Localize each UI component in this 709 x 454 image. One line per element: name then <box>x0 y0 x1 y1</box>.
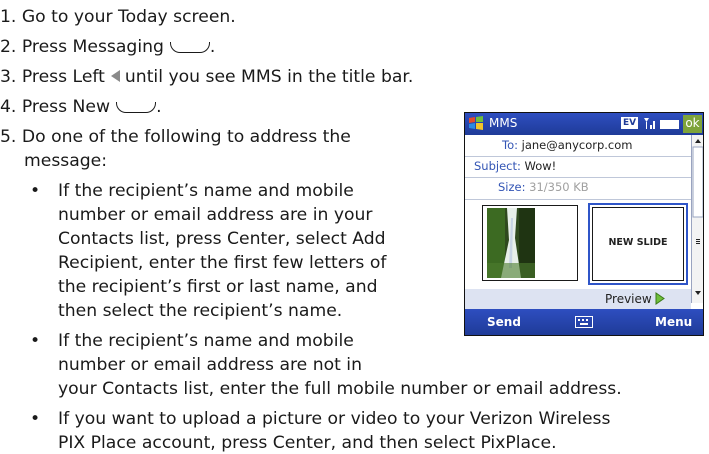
step-4-period: . <box>156 97 162 117</box>
size-value: 31/350 KB <box>529 180 589 194</box>
softkey-bar: Send Menu <box>465 309 703 335</box>
divider <box>465 177 691 178</box>
window-title: MMS <box>489 116 518 130</box>
bullet1-line: Recipient, enter the first few letters o… <box>58 253 387 273</box>
step-3-text-b: until you see MMS in the title bar. <box>124 67 414 87</box>
mms-phone-screen: MMS EV ok To: jane@anycorp.com Subject: … <box>464 112 704 336</box>
scrollbar[interactable] <box>691 135 703 303</box>
windows-start-icon[interactable] <box>468 115 484 131</box>
divider <box>465 199 691 200</box>
step-2-period: . <box>209 37 216 57</box>
preview-bar[interactable]: Preview <box>465 289 691 309</box>
bullet3-line: PIX Place account, press Center, and the… <box>58 433 557 453</box>
step-2: 2. Press Messaging. <box>0 36 215 58</box>
menu-softkey[interactable]: Menu <box>655 315 692 329</box>
size-label: Size: <box>498 180 526 194</box>
bullet-icon: • <box>30 409 41 429</box>
bullet-icon: • <box>30 331 41 351</box>
keyboard-icon[interactable] <box>575 316 593 328</box>
step-5-cont: message: <box>24 151 108 171</box>
bullet2-line: number or email address are not in <box>58 355 362 375</box>
waterfall-image-icon <box>487 208 535 278</box>
step-2-text: 2. Press Messaging <box>0 37 164 57</box>
left-softkey-icon <box>169 41 210 53</box>
ok-button[interactable]: ok <box>683 115 702 133</box>
signal-icon <box>644 118 655 129</box>
step-5: 5. Do one of the following to address th… <box>0 127 351 147</box>
bullet2-line: your Contacts list, enter the full mobil… <box>58 379 622 399</box>
send-softkey[interactable]: Send <box>487 315 521 329</box>
to-label: To: <box>502 138 518 152</box>
scrollbar-graphic <box>692 139 703 295</box>
preview-label: Preview <box>605 292 652 306</box>
subject-field[interactable]: Subject: Wow! <box>474 159 556 173</box>
step-4: 4. Press New. <box>0 96 162 118</box>
battery-icon <box>660 120 679 129</box>
bullet2-line: If the recipient’s name and mobile <box>58 331 354 351</box>
subject-label: Subject: <box>474 159 521 173</box>
left-arrow-icon <box>110 70 120 82</box>
divider <box>465 156 691 157</box>
bullet3-line: If you want to upload a picture or video… <box>58 409 611 429</box>
step-4-text: 4. Press New <box>0 97 111 117</box>
step-3: 3. Press Left until you see MMS in the ti… <box>0 66 413 88</box>
slide-thumbnail-1[interactable] <box>482 205 578 281</box>
new-slide-button[interactable]: NEW SLIDE <box>588 203 688 285</box>
new-slide-label: NEW SLIDE <box>608 237 668 248</box>
left-softkey-icon <box>116 101 157 113</box>
title-bar: MMS EV ok <box>465 113 703 135</box>
to-value: jane@anycorp.com <box>521 138 633 152</box>
step-1: 1. Go to your Today screen. <box>0 7 236 27</box>
play-icon <box>655 292 665 305</box>
step-3-text-a: 3. Press Left <box>0 67 105 87</box>
bullet1-line: number or email address are in your <box>58 205 373 225</box>
to-field[interactable]: To: jane@anycorp.com <box>502 138 633 152</box>
subject-value: Wow! <box>524 159 557 173</box>
bullet1-line: Contacts list, press Center, select Add <box>58 229 386 249</box>
bullet1-line: then select the recipient’s name. <box>58 301 343 321</box>
ev-status-icon: EV <box>621 117 639 129</box>
bullet1-line: If the recipient’s name and mobile <box>58 181 354 201</box>
size-field: Size: 31/350 KB <box>498 180 589 194</box>
bullet1-line: the recipient’s first or last name, and <box>58 277 378 297</box>
bullet-icon: • <box>30 181 41 201</box>
